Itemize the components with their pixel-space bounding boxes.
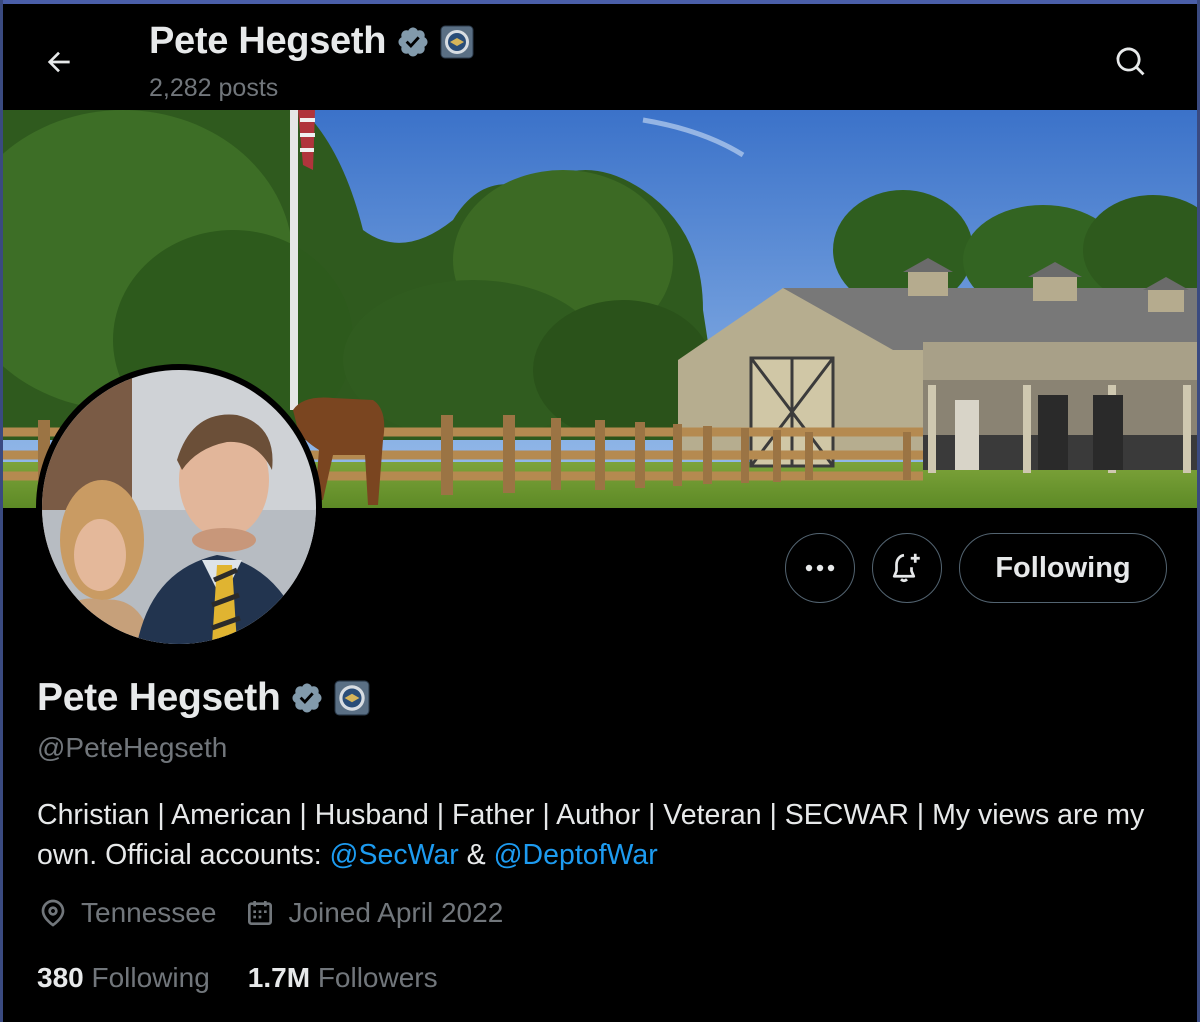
- following-count: 380: [37, 962, 84, 993]
- profile-meta: Tennessee Joined April 2022: [37, 897, 503, 929]
- back-button[interactable]: [31, 34, 87, 90]
- verified-badge-icon: [398, 26, 428, 57]
- joined-text: Joined April 2022: [288, 897, 504, 928]
- followers-count: 1.7M: [247, 962, 311, 993]
- posts-count: 2,282 posts: [149, 74, 279, 102]
- profile-header: Pete Hegseth 2,282 posts: [3, 4, 1197, 110]
- bio-mention-deptofwar[interactable]: @DeptofWar: [494, 839, 658, 871]
- search-icon: [1116, 47, 1145, 76]
- header-name: Pete Hegseth: [149, 20, 387, 62]
- more-options-button[interactable]: [785, 533, 855, 603]
- following-label: Following: [91, 962, 210, 993]
- bio-between: &: [458, 839, 494, 871]
- followers-label: Followers: [317, 962, 438, 993]
- notifications-button[interactable]: [872, 533, 942, 603]
- avatar-image: [42, 370, 316, 644]
- followers-stat-link[interactable]: 1.7M Followers: [248, 962, 438, 994]
- following-button[interactable]: Following: [959, 533, 1167, 603]
- dow-seal-icon[interactable]: [334, 680, 370, 716]
- dow-seal-icon: [440, 25, 474, 58]
- joined-item: Joined April 2022: [244, 897, 503, 929]
- bell-plus-icon: [892, 553, 920, 583]
- profile-avatar[interactable]: [36, 364, 322, 650]
- back-arrow-icon: [47, 51, 70, 73]
- header-title: Pete Hegseth: [149, 20, 474, 63]
- location-item: Tennessee: [37, 897, 216, 929]
- bio-mention-secwar[interactable]: @SecWar: [330, 839, 459, 871]
- calendar-icon: [248, 901, 273, 925]
- profile-stats: 380 Following 1.7M Followers: [37, 962, 438, 994]
- display-name: Pete Hegseth: [37, 676, 281, 719]
- verified-badge-icon[interactable]: [290, 681, 324, 715]
- profile-name-row: Pete Hegseth: [37, 676, 370, 720]
- location-pin-icon: [41, 899, 65, 927]
- search-button[interactable]: [1103, 34, 1159, 90]
- more-icon: [805, 564, 835, 572]
- following-stat-link[interactable]: 380 Following: [37, 962, 210, 994]
- location-text: Tennessee: [81, 897, 217, 928]
- profile-handle: @PeteHegseth: [37, 732, 228, 763]
- profile-bio: Christian | American | Husband | Father …: [37, 795, 1167, 875]
